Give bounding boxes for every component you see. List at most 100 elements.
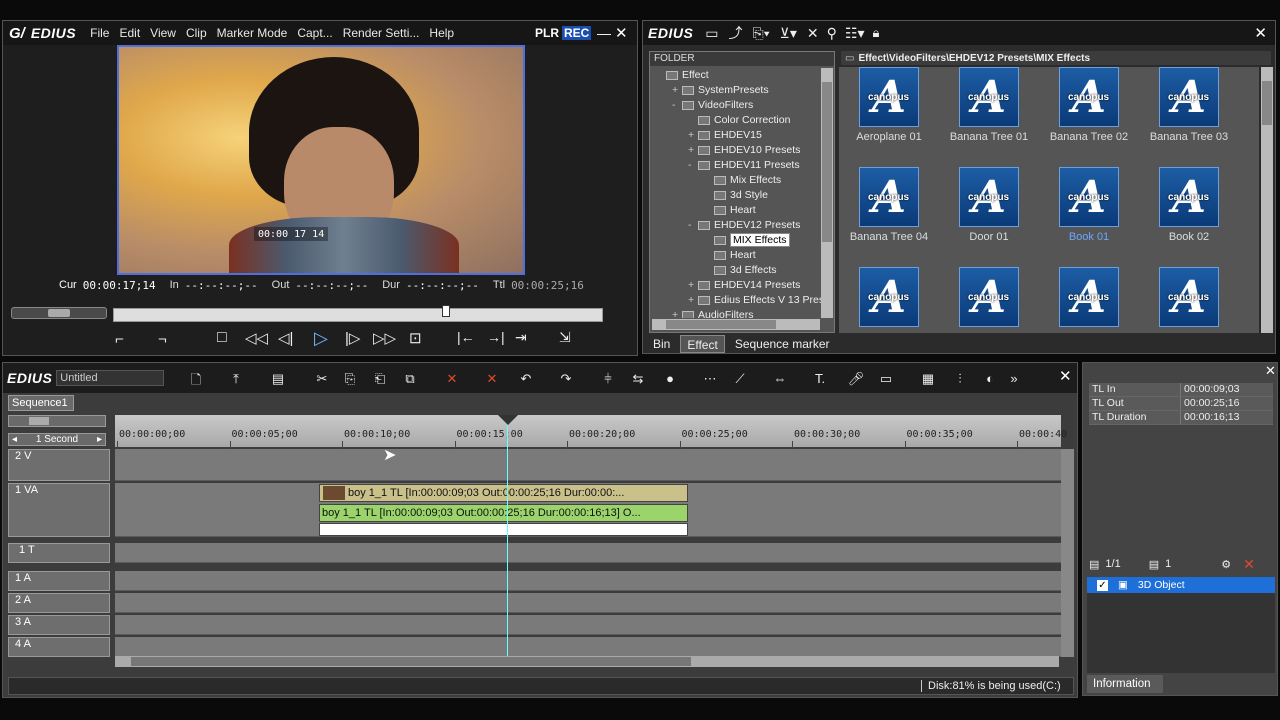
tree-item[interactable]: + EHDEV10 Presets bbox=[652, 143, 822, 158]
undo-icon[interactable]: ↶ bbox=[517, 371, 535, 387]
voice-icon[interactable]: 🎤︎ bbox=[847, 371, 865, 387]
timeline-hscrollbar[interactable] bbox=[115, 656, 1059, 667]
delete-icon[interactable]: ✕ bbox=[807, 25, 819, 42]
position-scrubber[interactable] bbox=[113, 305, 603, 322]
rewind-icon[interactable]: ◁◁ bbox=[245, 329, 268, 347]
effect-thumbnail[interactable]: Acanopus Book 02 bbox=[1139, 167, 1239, 243]
menu-item[interactable]: Edit bbox=[119, 26, 140, 40]
tree-item[interactable]: + EHDEV15 bbox=[652, 128, 822, 143]
expand-toggle[interactable]: - bbox=[688, 158, 698, 173]
effect-thumbnail[interactable]: Acanopus Banana Tree 04 bbox=[839, 167, 939, 243]
menu-item[interactable]: Marker Mode bbox=[217, 26, 288, 40]
lane-1t[interactable] bbox=[115, 543, 1061, 563]
more-icon[interactable]: » bbox=[1005, 371, 1023, 387]
time-ruler[interactable]: 00:00:00;00 00:00:05;00 00:00:10;00 00:00:1… bbox=[115, 415, 1067, 453]
effect-thumbnail[interactable]: Acanopus Banana Tree 03 bbox=[1139, 67, 1239, 143]
close-icon[interactable]: ✕ bbox=[615, 24, 628, 42]
link-icon[interactable]: ⇆ bbox=[629, 371, 647, 387]
replace-icon[interactable]: ⧉ bbox=[401, 371, 419, 387]
tree-item[interactable]: Heart bbox=[652, 203, 822, 218]
menu-item[interactable]: Render Setti... bbox=[343, 26, 420, 40]
render-icon[interactable]: ▭ bbox=[877, 371, 895, 387]
step-back-icon[interactable]: ◁| bbox=[278, 329, 293, 347]
layout-icon[interactable]: ⋯ bbox=[701, 371, 719, 387]
zoom-slider[interactable] bbox=[8, 415, 106, 427]
effect-thumbnail[interactable]: Acanopus Aeroplane 01 bbox=[839, 67, 939, 143]
tree-item[interactable]: 3d Effects bbox=[652, 263, 822, 278]
effect-item[interactable]: ✓ ▣ 3D Object bbox=[1087, 577, 1275, 593]
save-icon[interactable]: ▤ bbox=[269, 371, 287, 387]
track-header-1t[interactable]: 1 T bbox=[8, 543, 110, 563]
ripple-delete-icon[interactable]: ✕ bbox=[483, 371, 501, 387]
loop-icon[interactable]: ⊡ bbox=[409, 329, 422, 347]
tree-item[interactable]: Color Correction bbox=[652, 113, 822, 128]
track-header-2v[interactable]: 2 V bbox=[8, 449, 110, 481]
checkbox-icon[interactable]: ✓ bbox=[1097, 579, 1108, 591]
effect-thumbnail[interactable]: Acanopus bbox=[839, 267, 939, 331]
effect-settings-icon[interactable]: ⚙ bbox=[1221, 558, 1231, 571]
menu-item[interactable]: File bbox=[90, 26, 109, 40]
tree-item[interactable]: + AudioFilters bbox=[652, 308, 822, 318]
plr-indicator[interactable]: PLR bbox=[535, 26, 559, 40]
group-icon[interactable]: ● bbox=[661, 371, 679, 387]
effect-thumbnail[interactable]: Acanopus bbox=[1139, 267, 1239, 331]
track-header-4a[interactable]: 4 A bbox=[8, 637, 110, 657]
rec-indicator[interactable]: REC bbox=[562, 26, 592, 40]
effect-thumbnail[interactable]: Acanopus bbox=[1039, 267, 1139, 331]
set-out-icon[interactable]: ¬ bbox=[158, 331, 167, 348]
close-icon[interactable]: ✕ bbox=[1265, 363, 1276, 379]
expand-toggle[interactable]: + bbox=[688, 128, 698, 143]
lane-4a[interactable] bbox=[115, 637, 1061, 657]
step-forward-icon[interactable]: |▷ bbox=[345, 329, 360, 347]
effect-thumbnail[interactable]: Acanopus Door 01 bbox=[939, 167, 1039, 243]
marker-icon[interactable]: ⟋ bbox=[731, 371, 749, 387]
lane-3a[interactable] bbox=[115, 615, 1061, 635]
sequence-tab[interactable]: Sequence1 bbox=[8, 395, 74, 411]
playhead-marker[interactable] bbox=[498, 415, 518, 425]
close-icon[interactable]: ✕ bbox=[1059, 367, 1072, 385]
timeline-vscrollbar[interactable] bbox=[1061, 449, 1074, 657]
close-icon[interactable]: ✕ bbox=[1254, 24, 1267, 42]
open-icon[interactable]: ⤒ bbox=[227, 371, 245, 387]
copy-icon[interactable]: ⎘ bbox=[341, 371, 359, 387]
tree-item[interactable]: - VideoFilters bbox=[652, 98, 822, 113]
tree-item[interactable]: - EHDEV12 Presets bbox=[652, 218, 822, 233]
tree-vscrollbar[interactable] bbox=[821, 68, 833, 318]
tree-item[interactable]: + EHDEV14 Presets bbox=[652, 278, 822, 293]
video-clip[interactable]: boy 1_1 TL [In:00:00:09;03 Out:00:00:25;… bbox=[319, 484, 688, 502]
tree-item[interactable]: + Edius Effects V 13 Preset bbox=[652, 293, 822, 308]
next-edit-icon[interactable]: →| bbox=[487, 329, 505, 345]
menu-item[interactable]: Clip bbox=[186, 26, 207, 40]
up-folder-icon[interactable]: ⤴ bbox=[729, 23, 743, 43]
tree-item[interactable]: + SystemPresets bbox=[652, 83, 822, 98]
redo-icon[interactable]: ↷ bbox=[557, 371, 575, 387]
transition-icon[interactable]: ⇔ bbox=[771, 371, 789, 387]
track-header-1va[interactable]: 1 VA bbox=[8, 483, 110, 537]
overwrite-icon[interactable]: ⇲ bbox=[559, 329, 571, 346]
layer-icon[interactable]: ▤ bbox=[1149, 558, 1159, 571]
effect-thumbnail[interactable]: Acanopus bbox=[939, 267, 1039, 331]
bin-tab[interactable]: Effect bbox=[680, 335, 725, 353]
paste-icon[interactable]: ⎘▾ bbox=[753, 25, 770, 42]
tree-item[interactable]: 3d Style bbox=[652, 188, 822, 203]
information-tab[interactable]: Information bbox=[1087, 675, 1163, 693]
split-icon[interactable]: ⫩ bbox=[599, 371, 617, 387]
thumb-vscrollbar[interactable] bbox=[1261, 67, 1273, 333]
expand-toggle[interactable]: - bbox=[688, 218, 698, 233]
grid-icon[interactable]: ▦ bbox=[919, 371, 937, 387]
shuttle-slider[interactable] bbox=[11, 307, 107, 319]
paste-icon[interactable]: ⎗ bbox=[371, 371, 389, 387]
tree-item[interactable]: - EHDEV11 Presets bbox=[652, 158, 822, 173]
playhead-line[interactable] bbox=[507, 423, 508, 659]
set-in-icon[interactable]: ⌐ bbox=[115, 331, 124, 348]
expand-toggle[interactable]: + bbox=[672, 83, 682, 98]
bin-tab[interactable]: Sequence marker bbox=[729, 335, 836, 353]
track-header-1a[interactable]: 1 A bbox=[8, 571, 110, 591]
prev-edit-icon[interactable]: |← bbox=[457, 329, 475, 345]
expand-toggle[interactable]: + bbox=[688, 278, 698, 293]
delete-icon[interactable]: ✕ bbox=[443, 371, 461, 387]
expand-toggle[interactable]: - bbox=[672, 98, 682, 113]
insert-icon[interactable]: ⇥ bbox=[515, 329, 527, 346]
stop-icon[interactable]: □ bbox=[217, 329, 227, 347]
menu-item[interactable]: Help bbox=[429, 26, 454, 40]
